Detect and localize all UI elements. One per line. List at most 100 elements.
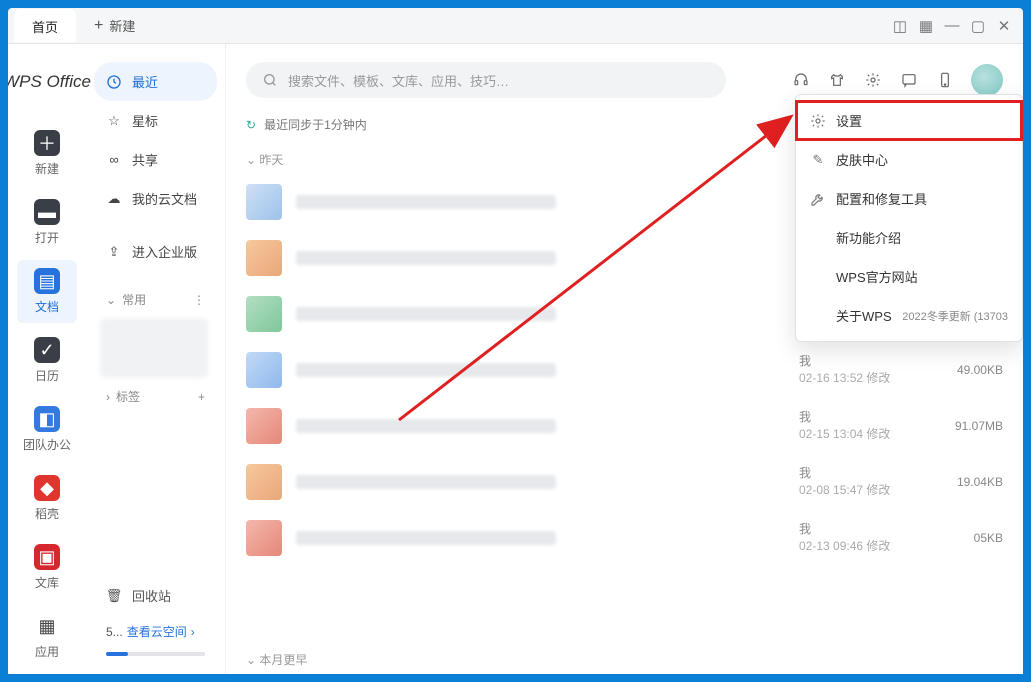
rail-library[interactable]: ▣ 文库: [17, 536, 77, 599]
rail-calendar-label: 日历: [35, 367, 59, 384]
main: 搜索文件、模板、文库、应用、技巧…: [226, 44, 1023, 674]
sidebar-recycle-label: 回收站: [132, 586, 171, 605]
dropdown-version: 2022冬季更新 (13703: [902, 308, 1008, 324]
sidebar-cloud[interactable]: ☁ 我的云文档: [94, 179, 217, 218]
rail-docer[interactable]: ◆ 稻壳: [17, 467, 77, 530]
shirt-icon[interactable]: [827, 70, 847, 90]
file-meta: 我02-16 13:52 修改: [799, 353, 919, 387]
sync-text: 最近同步于1分钟内: [264, 116, 367, 133]
rail-library-label: 文库: [35, 574, 59, 591]
rail-docs[interactable]: ▤ 文档: [17, 260, 77, 323]
dropdown-about[interactable]: 关于WPS 2022冬季更新 (13703: [796, 296, 1022, 335]
chevron-right-icon: ›: [191, 625, 195, 639]
dropdown-config[interactable]: 配置和修复工具: [796, 179, 1022, 218]
window-close-icon[interactable]: ✕: [991, 13, 1017, 39]
tab-new[interactable]: + 新建: [76, 8, 153, 43]
file-thumb: [246, 464, 282, 500]
tab-new-label: 新建: [109, 16, 135, 35]
file-meta: 我02-13 09:46 修改: [799, 521, 919, 555]
gear-icon[interactable]: [863, 70, 883, 90]
chevron-down-icon: ⌄: [106, 293, 116, 307]
sidebar-recent-label: 最近: [132, 72, 158, 91]
section-month[interactable]: ⌄ 本月更早: [226, 641, 1023, 674]
upload-icon: ⇪: [106, 244, 122, 260]
sidebar: 最近 ☆ 星标 ∞ 共享 ☁ 我的云文档 ⇪ 进入企业版 ⌄ 常用: [86, 44, 226, 674]
chevron-down-icon: ⌄: [246, 653, 256, 667]
file-thumb: [246, 408, 282, 444]
sidebar-quota-link[interactable]: 查看云空间: [127, 623, 187, 640]
rail-open[interactable]: ▬ 打开: [17, 191, 77, 254]
sidebar-quota-bar: [106, 652, 205, 656]
calendar-icon: ✓: [34, 337, 60, 363]
sync-icon: ↻: [246, 118, 256, 132]
message-icon[interactable]: [899, 70, 919, 90]
star-icon: ☆: [106, 113, 122, 129]
file-thumb: [246, 240, 282, 276]
dropdown-whatsnew[interactable]: 新功能介绍: [796, 218, 1022, 257]
settings-dropdown: 设置 ✎ 皮肤中心 配置和修复工具 新功能介绍: [795, 94, 1023, 342]
file-row[interactable]: 我02-15 13:04 修改91.07MB: [226, 398, 1023, 454]
rail-docs-label: 文档: [35, 298, 59, 315]
sidebar-tags-label: 标签: [116, 388, 140, 405]
window-layout-icon[interactable]: ◫: [887, 13, 913, 39]
wps-logo: WPS Office: [8, 62, 91, 102]
sidebar-enterprise[interactable]: ⇪ 进入企业版: [94, 232, 217, 271]
sidebar-common-header[interactable]: ⌄ 常用 ⋮: [94, 285, 217, 314]
file-size: 19.04KB: [933, 475, 1003, 489]
file-row[interactable]: 我02-13 09:46 修改 05KB: [226, 510, 1023, 566]
file-title: [296, 363, 556, 377]
file-thumb: [246, 296, 282, 332]
folder-icon: ▬: [34, 199, 60, 225]
sidebar-tags[interactable]: › 标签 +: [94, 382, 217, 411]
rail-new[interactable]: ＋ 新建: [17, 122, 77, 185]
sidebar-star[interactable]: ☆ 星标: [94, 101, 217, 140]
sidebar-common-card[interactable]: [100, 318, 208, 378]
file-size: 05KB: [933, 531, 1003, 545]
rail-apps-label: 应用: [35, 643, 59, 660]
dropdown-site-label: WPS官方网站: [836, 267, 918, 286]
apps-icon: ▦: [34, 613, 60, 639]
file-row[interactable]: 我02-16 13:52 修改 49.00KB: [226, 342, 1023, 398]
search-input[interactable]: 搜索文件、模板、文库、应用、技巧…: [246, 62, 726, 98]
plus-circle-icon: ＋: [34, 130, 60, 156]
avatar[interactable]: [971, 64, 1003, 96]
dropdown-site[interactable]: WPS官方网站: [796, 257, 1022, 296]
file-thumb: [246, 184, 282, 220]
rail-apps[interactable]: ▦ 应用: [17, 605, 77, 668]
sidebar-common-label: 常用: [122, 291, 146, 308]
gear-icon: [810, 113, 826, 129]
rail-new-label: 新建: [35, 160, 59, 177]
window-maximize-icon[interactable]: ▢: [965, 13, 991, 39]
brush-icon: ✎: [810, 152, 826, 168]
dropdown-about-label: 关于WPS: [836, 306, 892, 325]
file-thumb: [246, 352, 282, 388]
file-size: 49.00KB: [933, 363, 1003, 377]
dropdown-settings[interactable]: 设置: [796, 101, 1022, 140]
sidebar-recycle[interactable]: 🗑 回收站: [94, 576, 217, 615]
dropdown-skin[interactable]: ✎ 皮肤中心: [796, 140, 1022, 179]
sidebar-quota[interactable]: 5... 查看云空间 ›: [94, 615, 217, 648]
file-row[interactable]: 我02-08 15:47 修改19.04KB: [226, 454, 1023, 510]
window-minimize-icon[interactable]: —: [939, 13, 965, 39]
dropdown-skin-label: 皮肤中心: [836, 150, 888, 169]
search-icon: [262, 72, 278, 88]
window-apps-icon[interactable]: ▦: [913, 13, 939, 39]
rail-open-label: 打开: [35, 229, 59, 246]
sidebar-recent[interactable]: 最近: [94, 62, 217, 101]
sidebar-share[interactable]: ∞ 共享: [94, 140, 217, 179]
rail-team[interactable]: ◧ 团队办公: [17, 398, 77, 461]
chevron-right-icon: ›: [106, 390, 110, 404]
trash-icon: 🗑: [106, 588, 122, 604]
rail-docer-label: 稻壳: [35, 505, 59, 522]
sidebar-star-label: 星标: [132, 111, 158, 130]
phone-icon[interactable]: [935, 70, 955, 90]
dropdown-whatsnew-label: 新功能介绍: [836, 228, 901, 247]
cloud-icon: ☁: [106, 191, 122, 207]
headset-icon[interactable]: [791, 70, 811, 90]
plus-icon[interactable]: +: [198, 390, 205, 404]
wrench-icon: [810, 191, 826, 207]
rail-calendar[interactable]: ✓ 日历: [17, 329, 77, 392]
tab-home[interactable]: 首页: [14, 9, 76, 42]
clock-icon: [106, 74, 122, 90]
file-title: [296, 251, 556, 265]
